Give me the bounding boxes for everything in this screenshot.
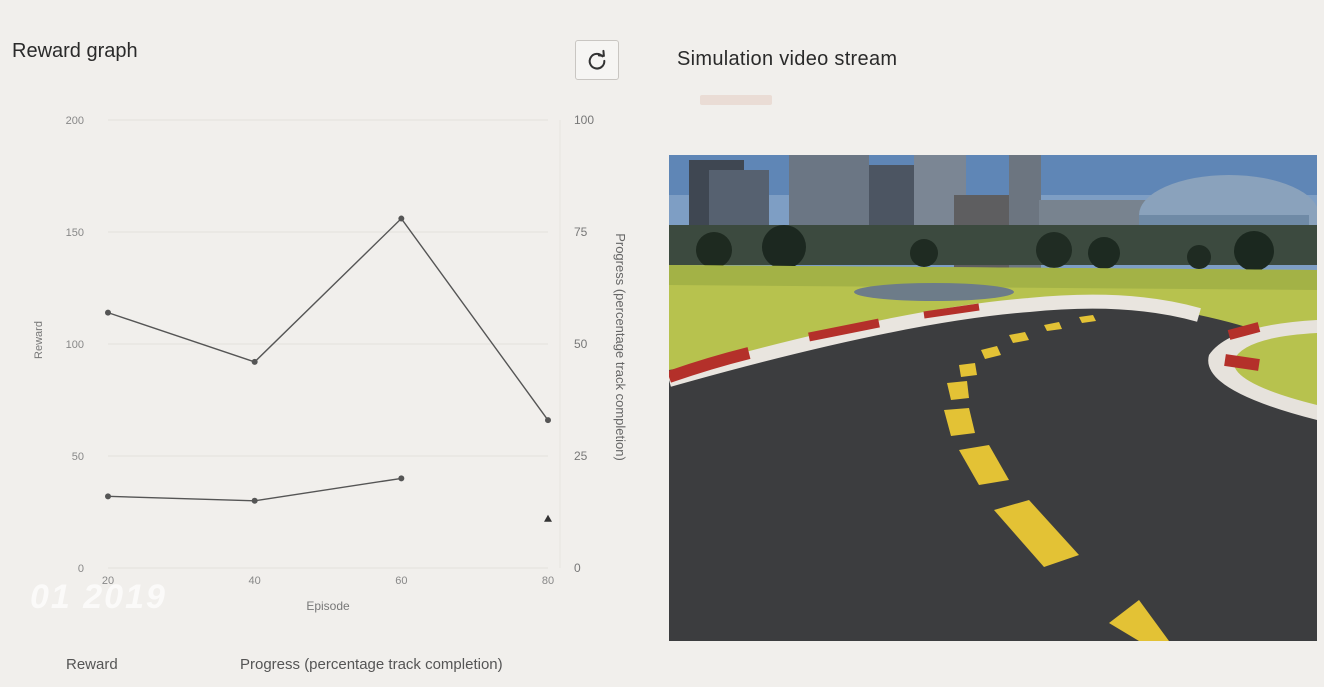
simulation-video[interactable] (669, 155, 1317, 641)
data-point (251, 358, 258, 365)
chart-series (105, 215, 552, 522)
data-point (398, 475, 405, 482)
x-tick-label: 60 (395, 575, 407, 587)
chart-axes: 050100150200025507510020 40 60 80 (66, 113, 595, 587)
y-axis-label: Reward (33, 321, 45, 359)
series-line-1 (107, 477, 402, 502)
data-point (398, 215, 405, 222)
chart-legend: Reward Progress (percentage track comple… (0, 650, 640, 680)
data-point (544, 514, 552, 522)
x-tick-label: 80 (542, 575, 554, 587)
x-tick-label: 40 (249, 575, 261, 587)
chart-grid (108, 119, 548, 569)
y-tick-label: 200 (66, 115, 84, 127)
y-tick-label: 100 (66, 339, 84, 351)
track-scene (669, 155, 1317, 641)
y-tick-label: 50 (72, 451, 84, 463)
y2-tick-label: 0 (574, 561, 581, 575)
video-stream-title: Simulation video stream (677, 48, 898, 70)
y2-tick-label: 50 (574, 337, 588, 351)
y-tick-label: 150 (66, 227, 84, 239)
y-tick-label: 0 (78, 563, 84, 575)
y2-tick-label: 100 (574, 113, 594, 127)
y2-tick-label: 75 (574, 225, 588, 239)
y2-tick-label: 25 (574, 449, 588, 463)
data-point (545, 417, 551, 424)
legend-progress[interactable]: Progress (percentage track completion) (240, 656, 503, 673)
reward-chart: 050100150200025507510020 40 60 80 Episode R… (33, 113, 628, 613)
x-axis-label: Episode (306, 599, 350, 613)
series-line-0 (107, 217, 549, 421)
data-point (105, 493, 111, 500)
legend-reward[interactable]: Reward (66, 656, 118, 673)
data-point (251, 497, 258, 504)
faint-status-label (700, 95, 772, 105)
data-point (105, 309, 111, 316)
date-watermark: 01 2019 (30, 578, 167, 616)
y2-axis-label: Progress (percentage track completion) (613, 233, 628, 461)
